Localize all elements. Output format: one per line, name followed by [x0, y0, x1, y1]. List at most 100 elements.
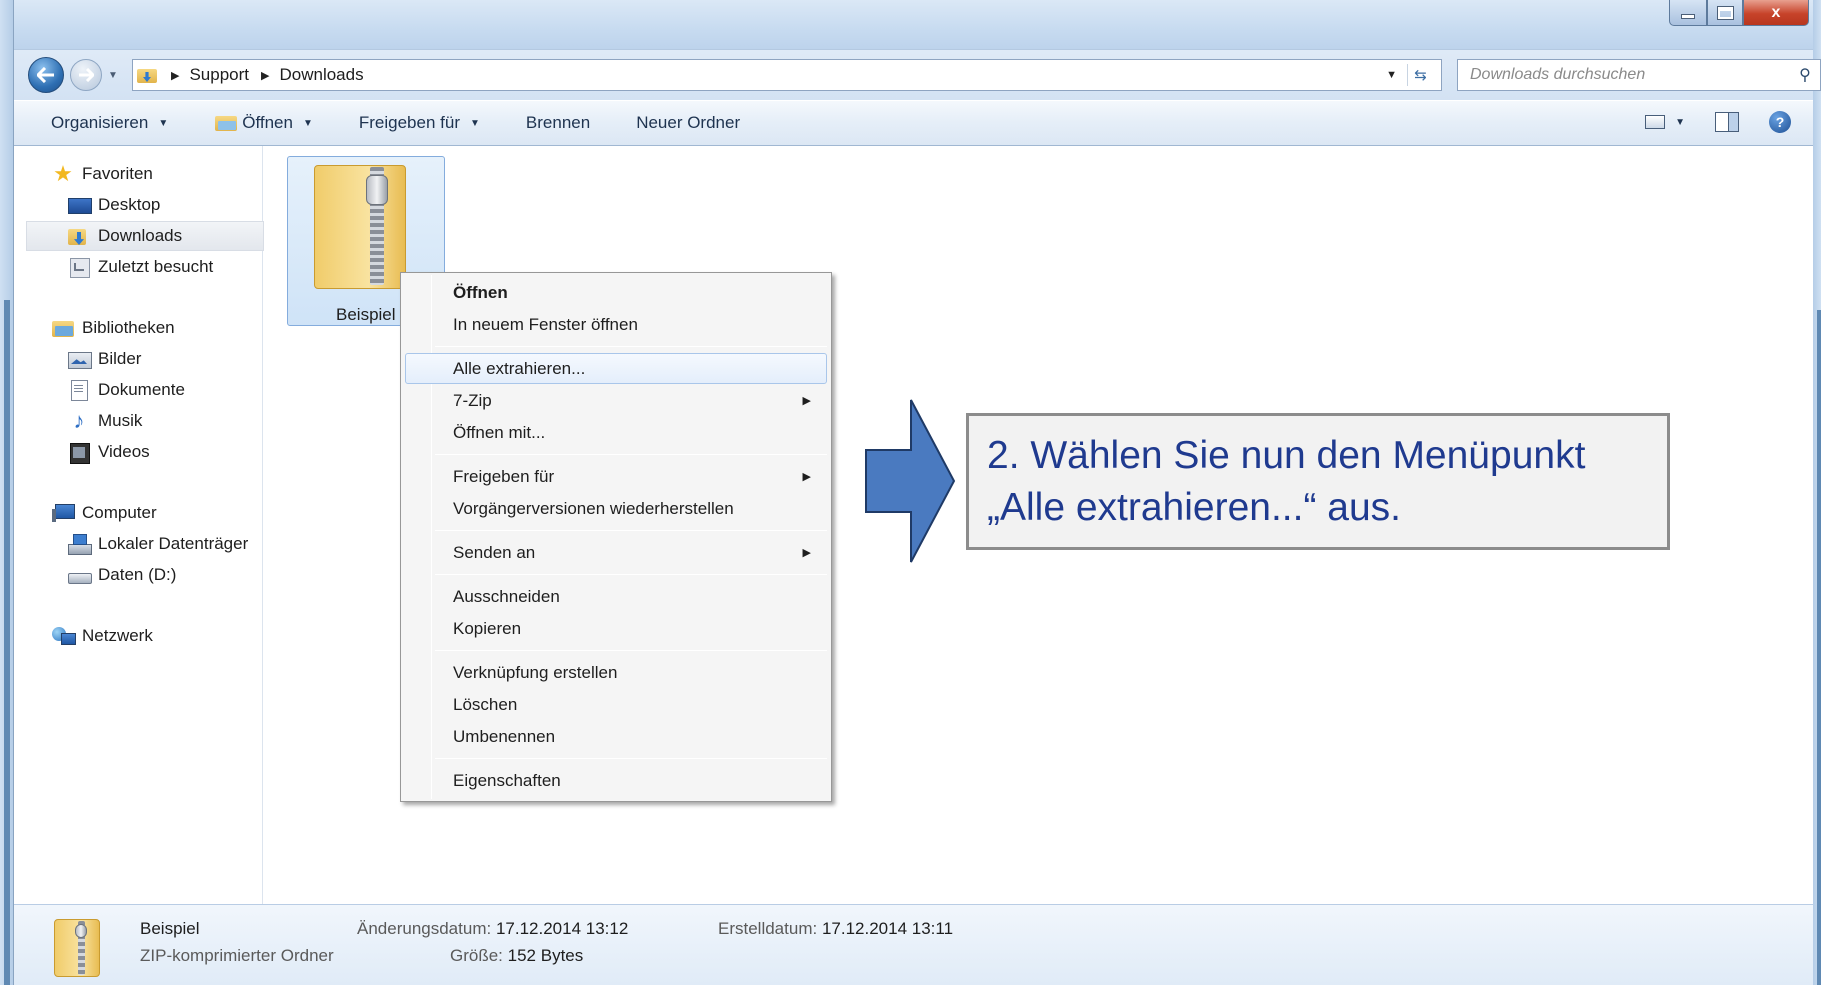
- new-folder-label: Neuer Ordner: [636, 113, 741, 132]
- nav-item-pictures[interactable]: Bilder: [68, 349, 141, 369]
- nav-item-downloads[interactable]: Downloads: [68, 226, 182, 246]
- title-bar: x: [14, 0, 1813, 50]
- address-dropdown-icon[interactable]: ▼: [1386, 69, 1397, 81]
- nav-label: Lokaler Datenträger: [98, 534, 249, 553]
- search-box[interactable]: Downloads durchsuchen ⚲: [1457, 59, 1821, 91]
- local-disk-icon: [68, 534, 92, 555]
- callout-arrow-icon: [865, 399, 956, 563]
- back-button[interactable]: [28, 57, 64, 93]
- menu-item-send-to[interactable]: Senden an: [453, 543, 535, 563]
- help-icon[interactable]: ?: [1769, 111, 1791, 133]
- menu-item-properties[interactable]: Eigenschaften: [453, 771, 561, 791]
- details-size: Größe: 152 Bytes: [450, 946, 584, 965]
- nav-item-data-drive[interactable]: Daten (D:): [68, 565, 176, 585]
- refresh-icon[interactable]: ⇆: [1407, 64, 1433, 86]
- preview-pane-icon[interactable]: [1715, 112, 1739, 132]
- nav-item-desktop[interactable]: Desktop: [68, 195, 160, 215]
- recent-places-icon: [68, 257, 90, 278]
- nav-item-documents[interactable]: Dokumente: [68, 380, 185, 401]
- breadcrumb-separator-icon[interactable]: ▶: [171, 69, 179, 82]
- maximize-button[interactable]: [1707, 0, 1743, 26]
- drive-icon: [68, 565, 92, 585]
- details-modified: Änderungsdatum: 17.12.2014 13:12: [357, 919, 629, 938]
- details-file-name: Beispiel: [140, 919, 200, 938]
- burn-label: Brennen: [525, 113, 591, 132]
- view-options-dropdown-icon[interactable]: ▼: [1675, 117, 1685, 128]
- nav-label: Favoriten: [82, 164, 153, 183]
- recent-pages-dropdown-icon[interactable]: ▼: [108, 70, 118, 81]
- nav-label: Desktop: [98, 195, 161, 214]
- nav-label: Bibliotheken: [82, 318, 175, 337]
- nav-item-network[interactable]: Netzwerk: [52, 626, 153, 646]
- downloads-folder-icon: [137, 66, 159, 84]
- share-button[interactable]: Freigeben für ▼: [359, 113, 480, 133]
- videos-icon: [68, 442, 90, 464]
- menu-item-open-new-window[interactable]: In neuem Fenster öffnen: [453, 315, 638, 335]
- nav-label: Downloads: [98, 226, 183, 245]
- forward-button[interactable]: [70, 59, 102, 91]
- menu-item-restore-previous[interactable]: Vorgängerversionen wiederherstellen: [453, 499, 734, 519]
- menu-item-copy[interactable]: Kopieren: [453, 619, 521, 639]
- minimize-button[interactable]: [1669, 0, 1707, 26]
- address-row: ▼ ▶ Support ▶ Downloads ▼ ⇆ Downloads du…: [14, 50, 1821, 100]
- file-name: Beispiel: [336, 305, 396, 324]
- nav-item-computer[interactable]: Computer: [52, 503, 157, 523]
- change-view-icon[interactable]: [1645, 115, 1666, 129]
- menu-item-open[interactable]: Öffnen: [453, 283, 508, 303]
- close-icon: x: [1771, 3, 1781, 21]
- menu-item-create-shortcut[interactable]: Verknüpfung erstellen: [453, 663, 617, 683]
- menu-item-7zip[interactable]: 7-Zip: [453, 391, 492, 411]
- menu-item-open-with[interactable]: Öffnen mit...: [453, 423, 545, 443]
- nav-label: Computer: [82, 503, 157, 522]
- breadcrumb-downloads[interactable]: Downloads: [279, 65, 363, 85]
- address-bar[interactable]: ▶ Support ▶ Downloads ▼ ⇆: [132, 59, 1442, 91]
- submenu-arrow-icon: ▶: [802, 471, 811, 483]
- nav-label: Videos: [98, 442, 150, 461]
- computer-icon: [52, 503, 75, 523]
- submenu-arrow-icon: ▶: [802, 547, 811, 559]
- share-label: Freigeben für: [358, 113, 460, 132]
- close-button[interactable]: x: [1743, 0, 1809, 26]
- organize-button[interactable]: Organisieren ▼: [51, 113, 168, 133]
- music-icon: ♪: [73, 408, 85, 433]
- menu-item-share[interactable]: Freigeben für: [453, 467, 554, 487]
- breadcrumb-separator-icon[interactable]: ▶: [261, 69, 269, 82]
- search-icon[interactable]: ⚲: [1790, 65, 1820, 85]
- chevron-down-icon: ▼: [158, 117, 169, 129]
- nav-label: Zuletzt besucht: [98, 257, 214, 276]
- nav-label: Dokumente: [98, 380, 185, 399]
- menu-item-cut[interactable]: Ausschneiden: [453, 587, 560, 607]
- window-controls: x: [1669, 0, 1809, 30]
- nav-item-local-disk[interactable]: Lokaler Datenträger: [68, 534, 249, 555]
- instruction-callout: 2. Wählen Sie nun den Menüpunkt „Alle ex…: [966, 413, 1670, 550]
- new-folder-button[interactable]: Neuer Ordner: [636, 113, 740, 133]
- nav-label: Daten (D:): [98, 565, 177, 584]
- nav-item-libraries[interactable]: Bibliotheken: [52, 318, 175, 338]
- search-input[interactable]: Downloads durchsuchen: [1458, 66, 1790, 84]
- menu-item-rename[interactable]: Umbenennen: [453, 727, 555, 747]
- nav-item-favorites[interactable]: ★ Favoriten: [52, 163, 153, 185]
- explorer-window: x ▼ ▶ Support ▶ Downloads ▼ ⇆ Downloads …: [0, 0, 1821, 985]
- documents-icon: [68, 380, 90, 401]
- forward-arrow-icon: [79, 68, 94, 82]
- open-folder-icon: [214, 114, 238, 132]
- view-controls: ▼ ?: [1645, 111, 1791, 133]
- burn-button[interactable]: Brennen: [526, 113, 590, 133]
- downloads-icon: [68, 226, 90, 246]
- nav-item-music[interactable]: ♪ Musik: [68, 408, 143, 433]
- breadcrumb-support[interactable]: Support: [189, 65, 249, 85]
- organize-label: Organisieren: [51, 113, 149, 132]
- nav-item-videos[interactable]: Videos: [68, 442, 150, 464]
- open-button[interactable]: Öffnen ▼: [214, 113, 313, 133]
- window-frame-right: [1813, 0, 1821, 985]
- open-label: Öffnen: [242, 113, 293, 132]
- back-arrow-icon: [37, 67, 54, 83]
- nav-label: Musik: [98, 411, 143, 430]
- minimize-icon: [1681, 14, 1695, 19]
- context-menu: Öffnen In neuem Fenster öffnen Alle extr…: [400, 272, 832, 802]
- nav-item-recent[interactable]: Zuletzt besucht: [68, 257, 214, 278]
- details-pane: Beispiel ZIP-komprimierter Ordner Änderu…: [14, 904, 1813, 985]
- navigation-pane: ★ Favoriten Desktop Downloads Zuletzt bes…: [14, 146, 264, 904]
- menu-item-extract-all[interactable]: Alle extrahieren...: [453, 359, 585, 379]
- menu-item-delete[interactable]: Löschen: [453, 695, 517, 715]
